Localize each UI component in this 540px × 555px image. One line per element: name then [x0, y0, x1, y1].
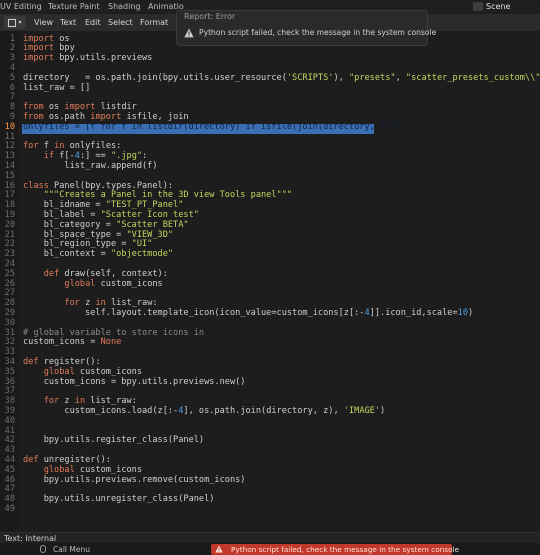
- code-text: custom_icons = None: [23, 337, 122, 348]
- scene-icon: [473, 2, 483, 11]
- code-line[interactable]: 15: [0, 170, 540, 182]
- warning-icon: [184, 28, 194, 38]
- chevron-down-icon: ▾: [18, 19, 22, 26]
- code-line[interactable]: 5 directory = os.path.join(bpy.utils.user…: [0, 72, 540, 84]
- code-line[interactable]: 42 bpy.utils.register_class(Panel): [0, 435, 540, 446]
- tab-texture-paint[interactable]: Texture Paint: [48, 0, 100, 13]
- code-line[interactable]: 14 list_raw.append(f): [0, 160, 540, 172]
- code-line[interactable]: 45 global custom_icons: [0, 464, 540, 476]
- line-number: 45: [4, 464, 15, 475]
- line-number: 40: [4, 415, 15, 426]
- report-message: Python script failed, check the message …: [199, 28, 437, 37]
- line-number: 15: [4, 170, 15, 181]
- line-number: 25: [4, 268, 15, 279]
- warning-icon: [215, 545, 223, 553]
- error-report[interactable]: Python script failed, check the message …: [211, 544, 459, 555]
- code-text: list_raw.append(f): [23, 160, 158, 171]
- tab-uv-editing[interactable]: UV Editing: [0, 0, 42, 13]
- code-text: directory = os.path.join(bpy.utils.user_…: [23, 72, 540, 83]
- code-text: global custom_icons: [64, 278, 163, 289]
- code-line[interactable]: 36 custom_icons = bpy.utils.previews.new…: [0, 376, 540, 388]
- menu-view[interactable]: View: [34, 14, 53, 31]
- report-title: Report: Error: [184, 12, 236, 21]
- code-text: bpy.utils.register_class(Panel): [23, 435, 205, 446]
- code-line[interactable]: 35 global custom_icons: [0, 366, 540, 378]
- mouse-icon: [40, 545, 46, 553]
- scene-selector[interactable]: Scene: [473, 0, 510, 13]
- code-line[interactable]: 23 bl_context = "objectmode": [0, 249, 540, 260]
- code-text: custom_icons = bpy.utils.previews.new(): [23, 376, 246, 387]
- error-message: Python script failed, check the message …: [231, 545, 460, 554]
- code-line[interactable]: 49: [0, 503, 540, 515]
- code-line[interactable]: 40: [0, 415, 540, 427]
- code-line[interactable]: 32 custom_icons = None: [0, 337, 540, 348]
- editor-type-button[interactable]: ▾: [4, 16, 26, 29]
- report-popup: Report: Error Python script failed, chec…: [176, 10, 436, 46]
- line-number: 30: [4, 317, 15, 328]
- code-line[interactable]: 29 self.layout.template_icon(icon_value=…: [0, 307, 540, 319]
- code-line[interactable]: 6 list_raw = []: [0, 82, 540, 94]
- menu-edit[interactable]: Edit: [85, 14, 101, 31]
- menu-text[interactable]: Text: [60, 14, 76, 31]
- status-bar: Call Menu Python script failed, check th…: [0, 543, 540, 555]
- code-line[interactable]: 3 import bpy.utils.previews: [0, 53, 540, 64]
- line-number: 20: [4, 219, 15, 230]
- code-line[interactable]: 26 global custom_icons: [0, 278, 540, 290]
- line-number: 49: [4, 503, 15, 514]
- menu-select[interactable]: Select: [108, 14, 133, 31]
- code-line[interactable]: 48 bpy.utils.unregister_class(Panel): [0, 494, 540, 505]
- code-text: global custom_icons: [43, 366, 143, 377]
- tab-shading[interactable]: Shading: [108, 0, 141, 13]
- line-number: 35: [4, 366, 15, 377]
- code-text: onlyfiles = [f for f in listdir(director…: [23, 121, 401, 132]
- scene-label: Scene: [486, 2, 511, 11]
- code-text: bpy.utils.unregister_class(Panel): [23, 494, 215, 505]
- code-text: import bpy.utils.previews: [23, 53, 153, 64]
- code-text: custom_icons.load(z[:-4], os.path.join(d…: [23, 405, 386, 416]
- code-text: global custom_icons: [43, 464, 143, 475]
- code-text: list_raw = []: [23, 82, 91, 93]
- code-text: bl_context = "objectmode": [23, 249, 174, 260]
- call-menu-hint: Call Menu: [53, 545, 90, 554]
- code-line[interactable]: 39 custom_icons.load(z[:-4], os.path.joi…: [0, 405, 540, 417]
- code-line[interactable]: 20 bl_category = "Scatter BETA": [0, 219, 540, 231]
- line-number: 5: [9, 72, 15, 83]
- code-text: bpy.utils.previews.remove(custom_icons): [23, 474, 246, 485]
- code-text: self.layout.template_icon(icon_value=cus…: [23, 307, 474, 318]
- menu-format[interactable]: Format: [140, 14, 168, 31]
- editor-type-icon: [8, 18, 17, 27]
- line-number: 10: [4, 121, 15, 132]
- code-line[interactable]: 46 bpy.utils.previews.remove(custom_icon…: [0, 474, 540, 486]
- code-line[interactable]: 10 onlyfiles = [f for f in listdir(direct…: [0, 121, 540, 133]
- code-editor[interactable]: 1 import os 2 import bpy 3 import bpy.utils.p…: [0, 31, 540, 532]
